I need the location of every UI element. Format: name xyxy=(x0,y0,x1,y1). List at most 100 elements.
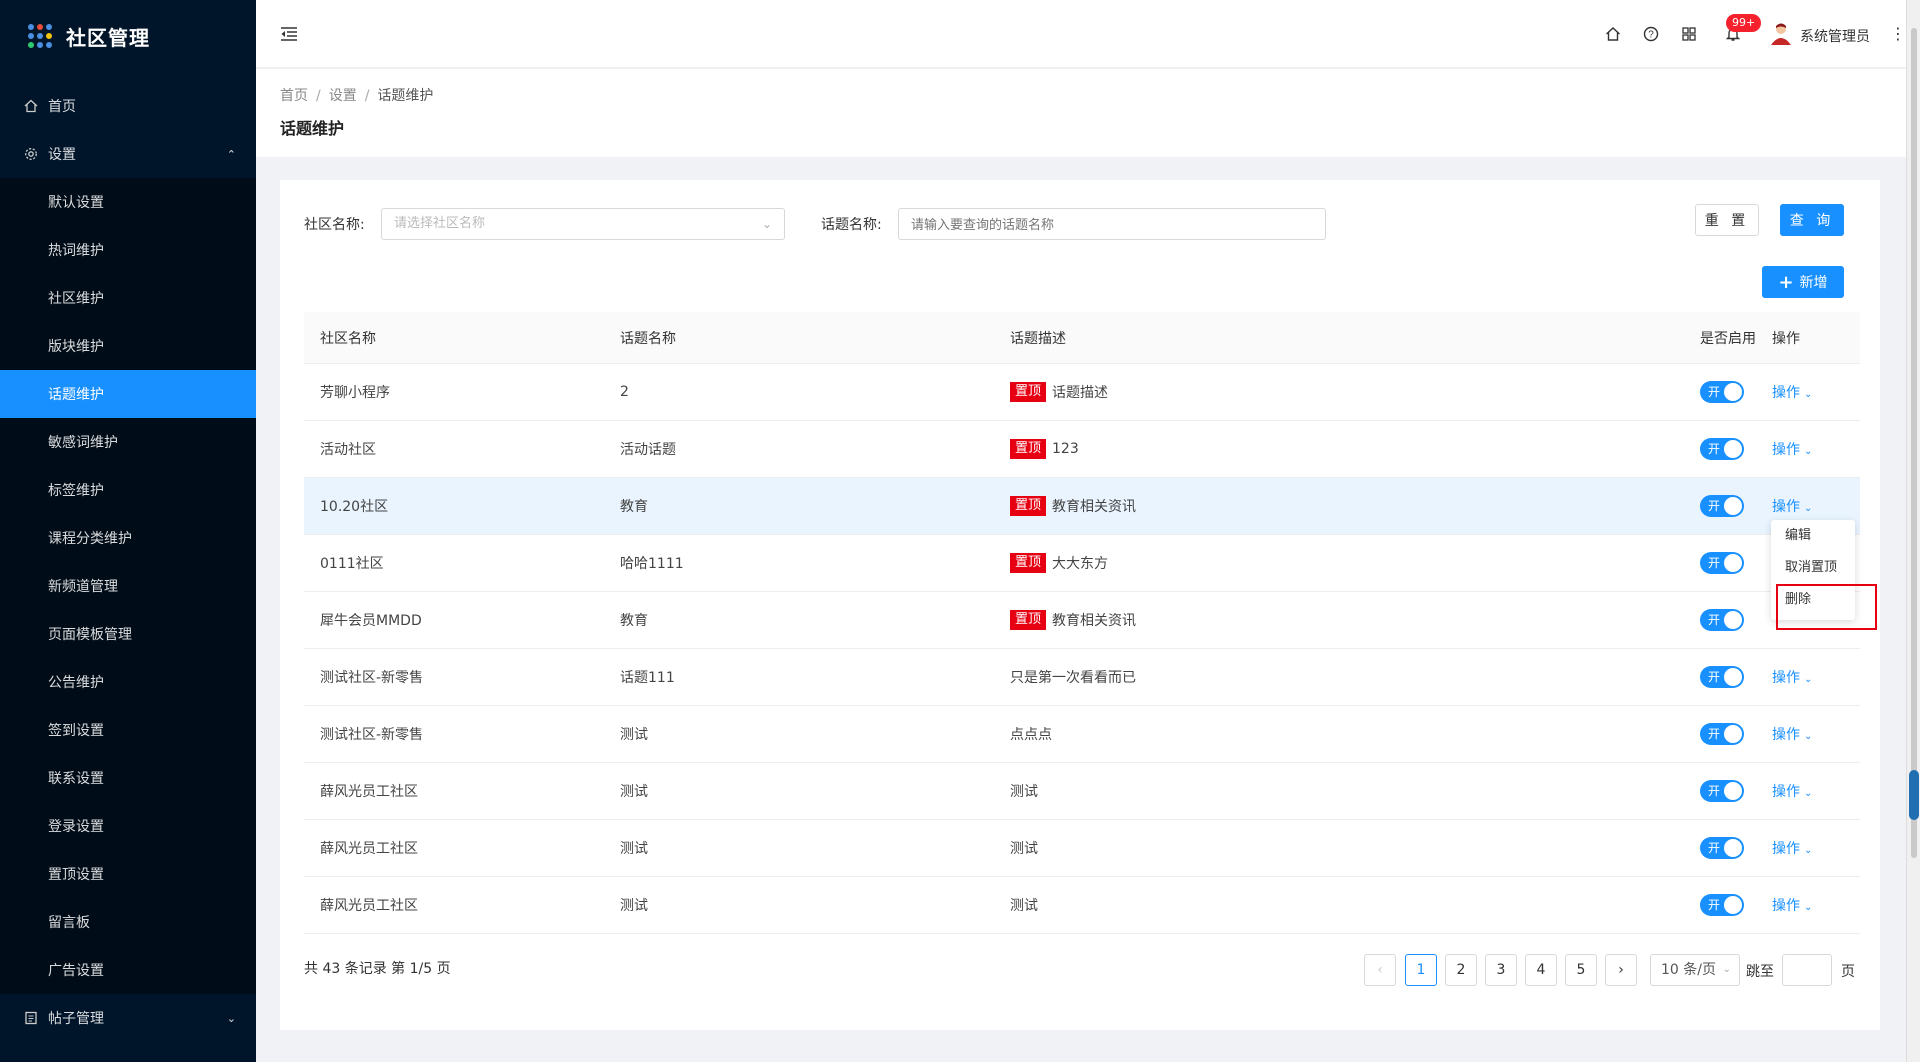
page-3-button[interactable]: 3 xyxy=(1485,954,1517,986)
actions-link[interactable]: 操作 ⌄ xyxy=(1772,838,1812,858)
table-row: 芳聊小程序 2 置顶 话题描述 开 操作 ⌄ xyxy=(304,364,1860,421)
actions-link[interactable]: 操作 ⌄ xyxy=(1772,895,1812,915)
app-logo: 社区管理 xyxy=(0,0,256,72)
add-button[interactable]: + 新增 xyxy=(1762,266,1844,298)
sidebar-item-login[interactable]: 登录设置 xyxy=(0,802,256,850)
sidebar-item-announcements[interactable]: 公告维护 xyxy=(0,658,256,706)
page-2-button[interactable]: 2 xyxy=(1445,954,1477,986)
enabled-toggle[interactable]: 开 xyxy=(1700,552,1744,574)
toggle-label: 开 xyxy=(1708,727,1721,741)
toggle-knob xyxy=(1724,383,1742,401)
scroll-handle[interactable] xyxy=(1909,770,1919,820)
sidebar-item-topics[interactable]: 话题维护 xyxy=(0,370,256,418)
prev-page-button[interactable]: ‹ xyxy=(1364,954,1396,986)
query-button[interactable]: 查 询 xyxy=(1780,204,1844,236)
community-select[interactable]: 请选择社区名称 ⌄ xyxy=(381,208,785,240)
enabled-toggle[interactable]: 开 xyxy=(1700,609,1744,631)
next-page-button[interactable]: › xyxy=(1605,954,1637,986)
enabled-toggle[interactable]: 开 xyxy=(1700,381,1744,403)
page-unit-label: 页 xyxy=(1841,964,1855,980)
sidebar-item-checkin[interactable]: 签到设置 xyxy=(0,706,256,754)
cell-topic: 话题111 xyxy=(620,670,675,686)
unpin-menu-item[interactable]: 取消置顶 xyxy=(1771,552,1855,584)
sidebar-item-course-categories[interactable]: 课程分类维护 xyxy=(0,514,256,562)
page-5-button[interactable]: 5 xyxy=(1565,954,1597,986)
chevron-down-icon: ⌄ xyxy=(1804,674,1813,685)
reset-button[interactable]: 重 置 xyxy=(1695,204,1759,236)
page-4-button[interactable]: 4 xyxy=(1525,954,1557,986)
page-1-button[interactable]: 1 xyxy=(1405,954,1437,986)
sidebar-item-page-templates[interactable]: 页面模板管理 xyxy=(0,610,256,658)
sidebar-item-channels[interactable]: 新频道管理 xyxy=(0,562,256,610)
actions-link[interactable]: 操作 ⌄ xyxy=(1772,667,1812,687)
enabled-toggle[interactable]: 开 xyxy=(1700,438,1744,460)
toggle-label: 开 xyxy=(1708,784,1721,798)
actions-label: 操作 xyxy=(1772,442,1800,458)
enabled-toggle[interactable]: 开 xyxy=(1700,894,1744,916)
sidebar-item-contact[interactable]: 联系设置 xyxy=(0,754,256,802)
grid-icon[interactable] xyxy=(1680,25,1698,43)
breadcrumb-settings[interactable]: 设置 xyxy=(329,88,357,104)
cell-description: 教育相关资讯 xyxy=(1052,613,1137,629)
scrollbar[interactable] xyxy=(1906,0,1920,1062)
toggle-label: 开 xyxy=(1708,841,1721,855)
app-title: 社区管理 xyxy=(66,25,150,50)
jump-page-input[interactable] xyxy=(1782,954,1832,986)
sidebar-item-sections[interactable]: 版块维护 xyxy=(0,322,256,370)
sidebar-item-message-board[interactable]: 留言板 xyxy=(0,898,256,946)
help-icon[interactable]: ? xyxy=(1642,25,1660,43)
page-size-select[interactable]: 10 条/页 ⌄ xyxy=(1650,954,1740,986)
username[interactable]: 系统管理员 xyxy=(1800,26,1870,46)
cell-community: 测试社区-新零售 xyxy=(320,670,424,686)
sidebar-item-default-settings[interactable]: 默认设置 xyxy=(0,178,256,226)
actions-link[interactable]: 操作 ⌄ xyxy=(1772,724,1812,744)
enabled-toggle[interactable]: 开 xyxy=(1700,495,1744,517)
actions-link[interactable]: 操作 ⌄ xyxy=(1772,439,1812,459)
sidebar-item-hotwords[interactable]: 热词维护 xyxy=(0,226,256,274)
avatar[interactable] xyxy=(1770,22,1792,46)
actions-link[interactable]: 操作 ⌄ xyxy=(1772,781,1812,801)
enabled-toggle[interactable]: 开 xyxy=(1700,780,1744,802)
home-icon[interactable] xyxy=(1604,25,1622,43)
scrollbar-thumb[interactable] xyxy=(1911,28,1917,858)
actions-link[interactable]: 操作 ⌄ xyxy=(1772,496,1812,516)
cell-community: 薛风光员工社区 xyxy=(320,784,418,800)
gear-icon xyxy=(24,147,38,161)
menu-fold-icon[interactable] xyxy=(280,26,298,42)
sidebar-item-ads[interactable]: 广告设置 xyxy=(0,946,256,994)
sidebar-item-posts[interactable]: 帖子管理 ⌄ xyxy=(0,994,256,1042)
sidebar-item-pin-settings[interactable]: 置顶设置 xyxy=(0,850,256,898)
cell-description-wrap: 置顶 教育相关资讯 xyxy=(1010,592,1136,648)
enabled-toggle-cell: 开 xyxy=(1700,649,1744,705)
actions-label: 操作 xyxy=(1772,841,1800,857)
toggle-label: 开 xyxy=(1708,670,1721,684)
topic-filter-label: 话题名称: xyxy=(821,217,882,233)
chevron-down-icon: ⌄ xyxy=(226,1011,236,1025)
jump-label: 跳至 xyxy=(1746,964,1774,980)
toggle-label: 开 xyxy=(1708,613,1721,627)
cell-description: 测试 xyxy=(1010,841,1038,857)
sidebar-item-tags[interactable]: 标签维护 xyxy=(0,466,256,514)
sidebar-item-settings[interactable]: 设置 ⌃ xyxy=(0,130,256,178)
topic-search-input[interactable] xyxy=(898,208,1326,240)
edit-menu-item[interactable]: 编辑 xyxy=(1771,520,1855,552)
highlight-box xyxy=(1776,584,1877,630)
topics-table: 社区名称 话题名称 话题描述 是否启用 操作 芳聊小程序 2 置顶 话题描述开操作 ⌄ 活… xyxy=(304,312,1860,934)
breadcrumb-home[interactable]: 首页 xyxy=(280,88,308,104)
cell-description: 大大东方 xyxy=(1052,556,1109,572)
actions-cell: 操作 ⌄ xyxy=(1772,820,1812,876)
cell-description-wrap: 点点点 xyxy=(1010,706,1052,762)
enabled-toggle[interactable]: 开 xyxy=(1700,666,1744,688)
more-vertical-icon[interactable]: ⋮ xyxy=(1890,24,1906,43)
sidebar-item-home[interactable]: 首页 xyxy=(0,82,256,130)
cell-description-wrap: 置顶 教育相关资讯 xyxy=(1010,478,1136,534)
table-row: 测试社区-新零售 测试 点点点 开 操作 ⌄ xyxy=(304,706,1860,763)
actions-cell: 操作 ⌄ xyxy=(1772,763,1812,819)
pin-tag: 置顶 xyxy=(1010,439,1047,459)
sidebar-item-sensitive-words[interactable]: 敏感词维护 xyxy=(0,418,256,466)
table-row: 犀牛会员MMDD 教育 置顶 教育相关资讯 开 xyxy=(304,592,1860,649)
actions-link[interactable]: 操作 ⌄ xyxy=(1772,382,1812,402)
sidebar-item-community[interactable]: 社区维护 xyxy=(0,274,256,322)
enabled-toggle[interactable]: 开 xyxy=(1700,837,1744,859)
enabled-toggle[interactable]: 开 xyxy=(1700,723,1744,745)
